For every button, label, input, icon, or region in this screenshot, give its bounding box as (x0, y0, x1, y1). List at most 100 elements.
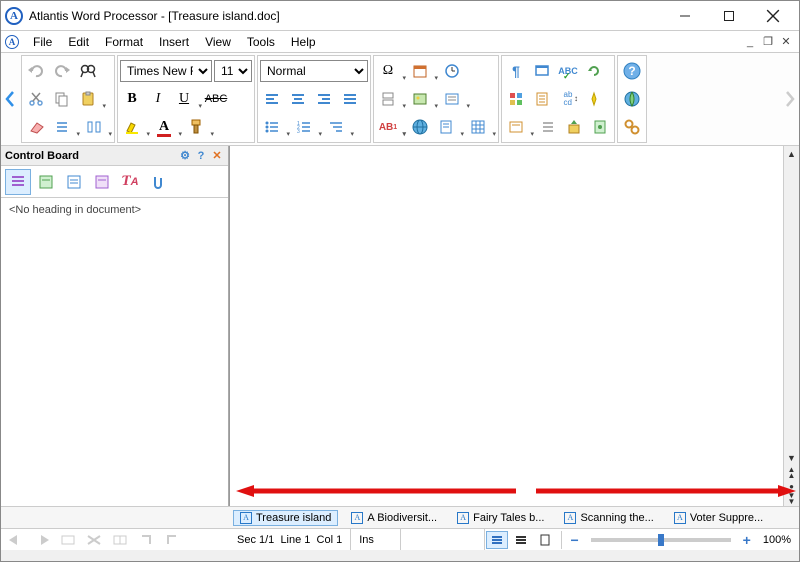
scroll-down-icon[interactable]: ▼ (784, 450, 799, 466)
prev-page-icon[interactable]: ▲▲ (784, 466, 799, 480)
font-color-button[interactable]: A▾ (152, 115, 182, 139)
cb-tab-styles[interactable] (33, 169, 59, 195)
outline-button[interactable] (536, 115, 560, 139)
styles-button[interactable]: ▾ (504, 115, 534, 139)
nav-action5-button[interactable] (161, 531, 183, 549)
help-button[interactable]: ? (620, 59, 644, 83)
align-justify-button[interactable] (338, 87, 362, 111)
view-normal-button[interactable] (486, 531, 508, 549)
menu-file[interactable]: File (25, 33, 60, 51)
zoom-level[interactable]: 100% (755, 529, 799, 550)
spellcheck-button[interactable]: ABC✓ (556, 59, 580, 83)
nav-back-button[interactable] (5, 531, 27, 549)
page-break-button[interactable]: ▾ (376, 87, 406, 111)
font-name-select[interactable]: Times New Ro (120, 60, 212, 82)
document-area[interactable]: ▲ ▼ ▲▲ ● ▼▼ (229, 146, 799, 506)
zoom-in-button[interactable]: + (739, 532, 755, 548)
menu-tools[interactable]: Tools (239, 33, 283, 51)
control-board-settings-icon[interactable]: ⚙ (178, 149, 192, 163)
picture-button[interactable]: ▾ (408, 87, 438, 111)
hyperlink-button[interactable] (408, 115, 432, 139)
nav-action1-button[interactable] (57, 531, 79, 549)
nav-action2-button[interactable] (83, 531, 105, 549)
doc-tab[interactable]: AVoter Suppre... (667, 510, 770, 526)
show-formatting-button[interactable]: ¶ (504, 59, 528, 83)
multilevel-list-button[interactable]: ▾ (324, 115, 354, 139)
line-spacing-button[interactable]: ▾ (50, 115, 80, 139)
format-painter-button[interactable]: ▾ (184, 115, 214, 139)
sort-button[interactable]: abcd↕ (556, 87, 580, 111)
nav-forward-button[interactable] (31, 531, 53, 549)
status-section[interactable]: Sec 1/1 Line 1 Col 1 (229, 529, 351, 550)
table-button[interactable]: ▾ (466, 115, 496, 139)
doc-tab[interactable]: AFairy Tales b... (450, 510, 551, 526)
cb-tab-lists[interactable] (61, 169, 87, 195)
scroll-up-icon[interactable]: ▲ (784, 146, 799, 162)
maximize-button[interactable] (707, 2, 751, 30)
zoom-out-button[interactable]: − (566, 532, 582, 548)
find-button[interactable] (76, 59, 100, 83)
mdi-close-button[interactable]: ✕ (778, 35, 794, 49)
autocorrect-button[interactable] (582, 87, 606, 111)
cb-tab-bookmarks[interactable] (89, 169, 115, 195)
align-right-button[interactable] (312, 87, 336, 111)
text-box-button[interactable]: ▾ (440, 87, 470, 111)
toolbar-scroll-right[interactable] (781, 53, 799, 145)
font-size-select[interactable]: 11 (214, 60, 252, 82)
cb-tab-headings[interactable] (5, 169, 31, 195)
highlight-button[interactable]: ▾ (120, 115, 150, 139)
document-button[interactable] (530, 87, 554, 111)
date-button[interactable]: ▾ (408, 59, 438, 83)
colors-button[interactable] (504, 87, 528, 111)
paragraph-style-select[interactable]: Normal (260, 60, 368, 82)
app-icon-small[interactable]: A (5, 35, 19, 49)
redo-button[interactable] (50, 59, 74, 83)
zoom-slider[interactable] (591, 538, 731, 542)
toolbar-scroll-left[interactable] (1, 53, 19, 145)
copy-button[interactable] (50, 87, 74, 111)
underline-button[interactable]: U▾ (172, 87, 202, 111)
symbol-button[interactable]: Ω▾ (376, 59, 406, 83)
nav-action3-button[interactable] (109, 531, 131, 549)
cb-tab-clippy[interactable] (145, 169, 171, 195)
control-board-help-icon[interactable]: ? (194, 149, 208, 163)
minimize-button[interactable] (663, 2, 707, 30)
bold-button[interactable]: B (120, 87, 144, 111)
italic-button[interactable]: I (146, 87, 170, 111)
align-left-button[interactable] (260, 87, 284, 111)
undo-button[interactable] (24, 59, 48, 83)
menu-format[interactable]: Format (97, 33, 151, 51)
menu-insert[interactable]: Insert (151, 33, 197, 51)
export-button[interactable] (562, 115, 586, 139)
align-center-button[interactable] (286, 87, 310, 111)
numbered-list-button[interactable]: 123▾ (292, 115, 322, 139)
doc-tab[interactable]: AScanning the... (557, 510, 660, 526)
strikethrough-button[interactable]: ABC (204, 87, 228, 111)
footnote-button[interactable]: AB1▾ (376, 115, 406, 139)
doc-tab[interactable]: ATreasure island (233, 510, 338, 526)
mdi-minimize-button[interactable]: _ (742, 35, 758, 49)
menu-help[interactable]: Help (283, 33, 324, 51)
bullet-list-button[interactable]: ▾ (260, 115, 290, 139)
doc-tab[interactable]: AA Biodiversit... (344, 510, 444, 526)
view-draft-button[interactable] (510, 531, 532, 549)
cut-button[interactable] (24, 87, 48, 111)
status-insert-mode[interactable]: Ins (351, 529, 401, 550)
nav-action4-button[interactable] (135, 531, 157, 549)
mdi-restore-button[interactable]: ❐ (760, 35, 776, 49)
menu-edit[interactable]: Edit (60, 33, 97, 51)
cb-tab-fonts[interactable]: ƬA (117, 169, 143, 195)
vertical-scrollbar[interactable]: ▲ ▼ ▲▲ ● ▼▼ (783, 146, 799, 506)
paste-button[interactable]: ▾ (76, 87, 106, 111)
time-button[interactable] (440, 59, 464, 83)
control-board-close-icon[interactable]: ✕ (210, 149, 224, 163)
refresh-button[interactable] (582, 59, 606, 83)
bookmark-button[interactable]: ▾ (434, 115, 464, 139)
eraser-button[interactable] (24, 115, 48, 139)
fullscreen-button[interactable] (530, 59, 554, 83)
close-button[interactable] (751, 2, 795, 30)
save-as-button[interactable] (588, 115, 612, 139)
options-button[interactable] (620, 115, 644, 139)
view-page-button[interactable] (534, 531, 556, 549)
columns-button[interactable]: ▾ (82, 115, 112, 139)
